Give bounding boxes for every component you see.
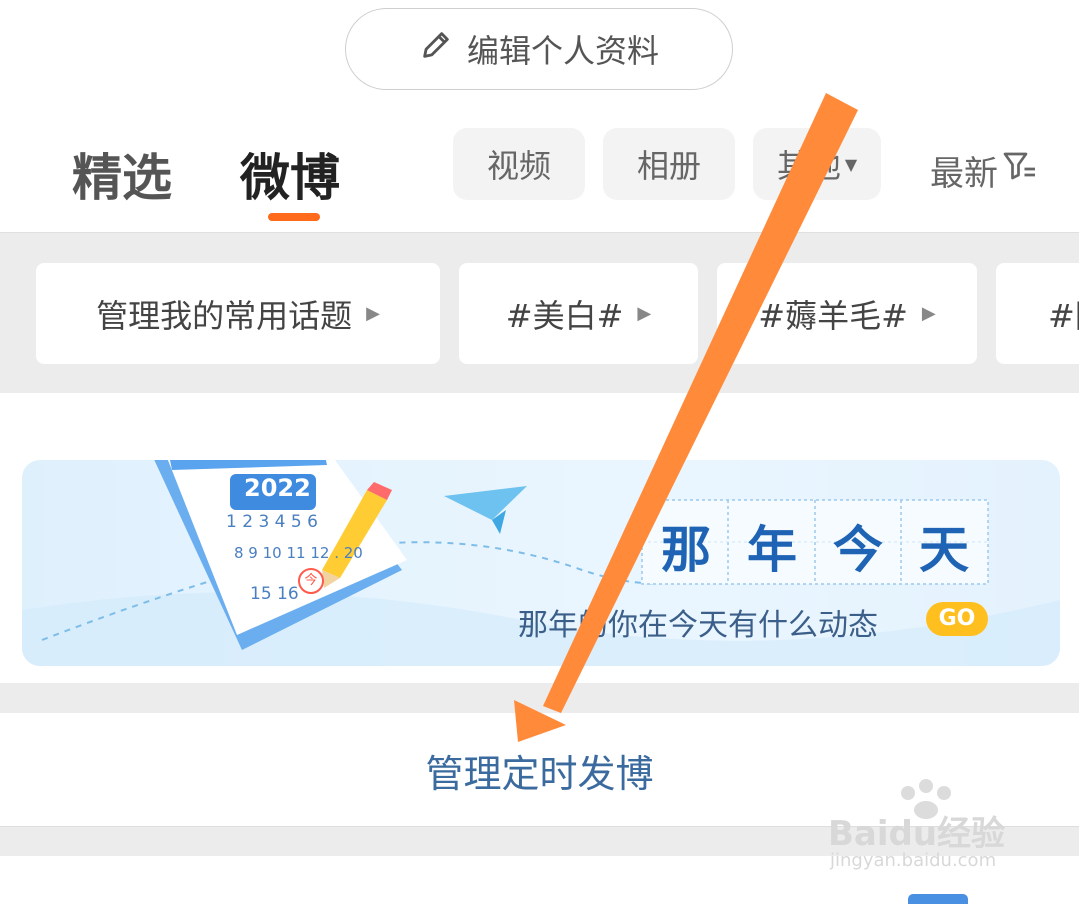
paper-plane-icon: [444, 486, 527, 534]
topic-label: 管理我的常用话题: [96, 296, 353, 335]
topic-label: #美白#: [505, 296, 624, 335]
topic-chip[interactable]: #美白# ▶: [459, 263, 698, 364]
manage-scheduled-posts-link[interactable]: 管理定时发博: [0, 743, 1079, 798]
tab-weibo[interactable]: 微博: [240, 138, 340, 210]
content-tabs: 精选 微博 视频 相册 其他 ▼ 最新: [0, 110, 1079, 230]
filter-chip-label: 其他: [776, 147, 841, 185]
section-divider: [0, 683, 1079, 713]
chevron-right-icon: ▶: [921, 303, 936, 324]
blue-badge: [908, 894, 968, 904]
calendar-year: 2022: [244, 474, 311, 502]
filter-chip-label: 视频: [486, 147, 551, 185]
calendar-dates-row: 8 9 10 11 12 . 20: [234, 544, 363, 562]
chevron-right-icon: ▶: [637, 303, 652, 324]
watermark-brand: Baidu经验: [828, 814, 1006, 854]
banner-title-char: 年: [747, 521, 797, 579]
tab-featured[interactable]: 精选: [72, 138, 172, 210]
go-button[interactable]: GO: [926, 602, 988, 636]
edit-profile-button[interactable]: 编辑个人资料: [345, 8, 733, 90]
on-this-day-banner[interactable]: 2022 1 2 3 4 5 6 8 9 10 11 12 . 20 15 16…: [22, 460, 1060, 666]
pencil-icon: [419, 28, 453, 70]
calendar-dates-row: 15 16: [250, 584, 299, 604]
filter-chip-album[interactable]: 相册: [603, 128, 735, 200]
edit-profile-label: 编辑个人资料: [466, 32, 659, 70]
topics-bar: 管理我的常用话题 ▶ #美白# ▶ #薅羊毛# ▶ #防: [0, 232, 1079, 393]
memories-section: 2022 1 2 3 4 5 6 8 9 10 11 12 . 20 15 16…: [0, 393, 1079, 683]
topic-chip[interactable]: #防: [996, 263, 1079, 364]
topic-chip[interactable]: #薅羊毛# ▶: [717, 263, 977, 364]
filter-chip-video[interactable]: 视频: [453, 128, 585, 200]
sort-latest-button[interactable]: 最新: [930, 146, 1038, 195]
sort-latest-label: 最新: [930, 154, 998, 194]
manage-topics-button[interactable]: 管理我的常用话题 ▶: [36, 263, 440, 364]
topic-label: #薅羊毛#: [758, 296, 908, 335]
calendar-dates-row: 1 2 3 4 5 6: [226, 512, 318, 532]
banner-title-char: 今: [833, 521, 883, 579]
banner-title-char: 那: [661, 521, 711, 579]
filter-chip-label: 相册: [636, 147, 701, 185]
today-mark: 今: [298, 568, 324, 594]
chevron-right-icon: ▶: [366, 303, 380, 324]
banner-title-char: 天: [919, 521, 969, 579]
active-tab-indicator: [268, 213, 320, 221]
banner-subtitle: 那年的你在今天有什么动态: [518, 608, 878, 643]
topic-label: #防: [1048, 296, 1079, 335]
filter-icon: [1002, 148, 1038, 193]
dropdown-caret-icon: ▼: [844, 154, 858, 174]
watermark-url: jingyan.baidu.com: [830, 850, 997, 871]
filter-chip-other[interactable]: 其他 ▼: [753, 128, 881, 200]
